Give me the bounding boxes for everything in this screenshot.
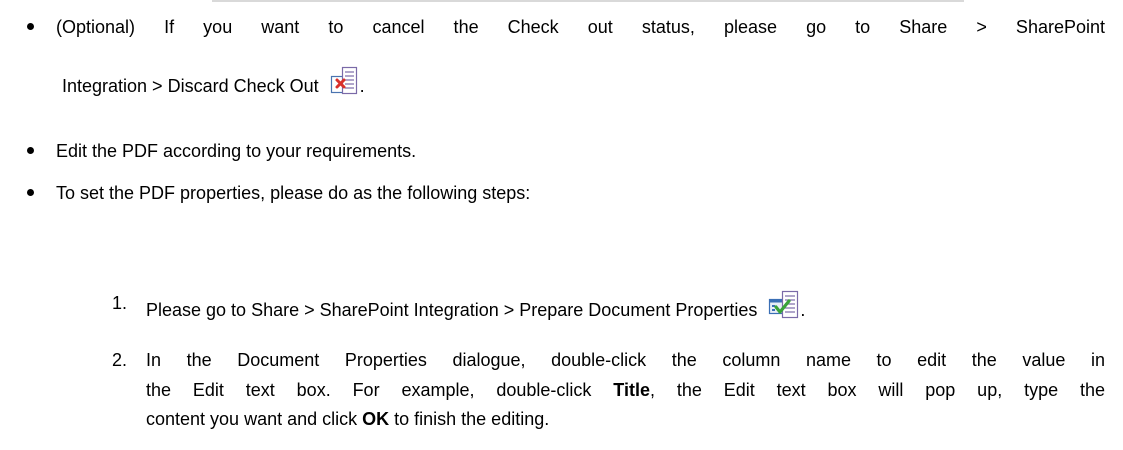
ok-keyword: OK (362, 409, 390, 429)
bullet-marker (27, 147, 34, 154)
discard-check-out-icon (330, 66, 360, 103)
bullet-set-properties: To set the PDF properties, please do as … (56, 183, 531, 203)
bullet-optional-line2: Integration > Discard Check Out . (62, 66, 365, 103)
top-divider (212, 0, 964, 2)
prepare-document-properties-icon (768, 290, 800, 327)
bullet-optional-period: . (359, 76, 365, 96)
step-2-text: content you want and click (146, 409, 363, 429)
step-2-line2: the Edit text box. For example, double-c… (146, 377, 1105, 403)
step-number: 1. (112, 293, 128, 313)
bullet-optional-line1: (Optional) If you want to cancel the Che… (56, 17, 1105, 37)
bullet-optional-text: Integration > Discard Check Out (62, 76, 319, 96)
bullet-marker (27, 189, 34, 196)
title-keyword: Title (613, 380, 650, 400)
step-2-line1: In the Document Properties dialogue, dou… (146, 350, 1105, 370)
step-number: 2. (112, 350, 128, 370)
step-1-text: Please go to Share > SharePoint Integrat… (146, 300, 758, 320)
step-2-text: to finish the editing. (389, 409, 550, 429)
step-1: Please go to Share > SharePoint Integrat… (146, 290, 805, 327)
step-2-text: , the Edit text box will pop up, type th… (649, 380, 1105, 400)
bullet-marker (27, 23, 34, 30)
step-1-period: . (800, 300, 806, 320)
step-2-line3: content you want and click OK to finish … (146, 406, 549, 432)
step-2-text: the Edit text box. For example, double-c… (146, 380, 614, 400)
bullet-edit-pdf: Edit the PDF according to your requireme… (56, 141, 417, 161)
